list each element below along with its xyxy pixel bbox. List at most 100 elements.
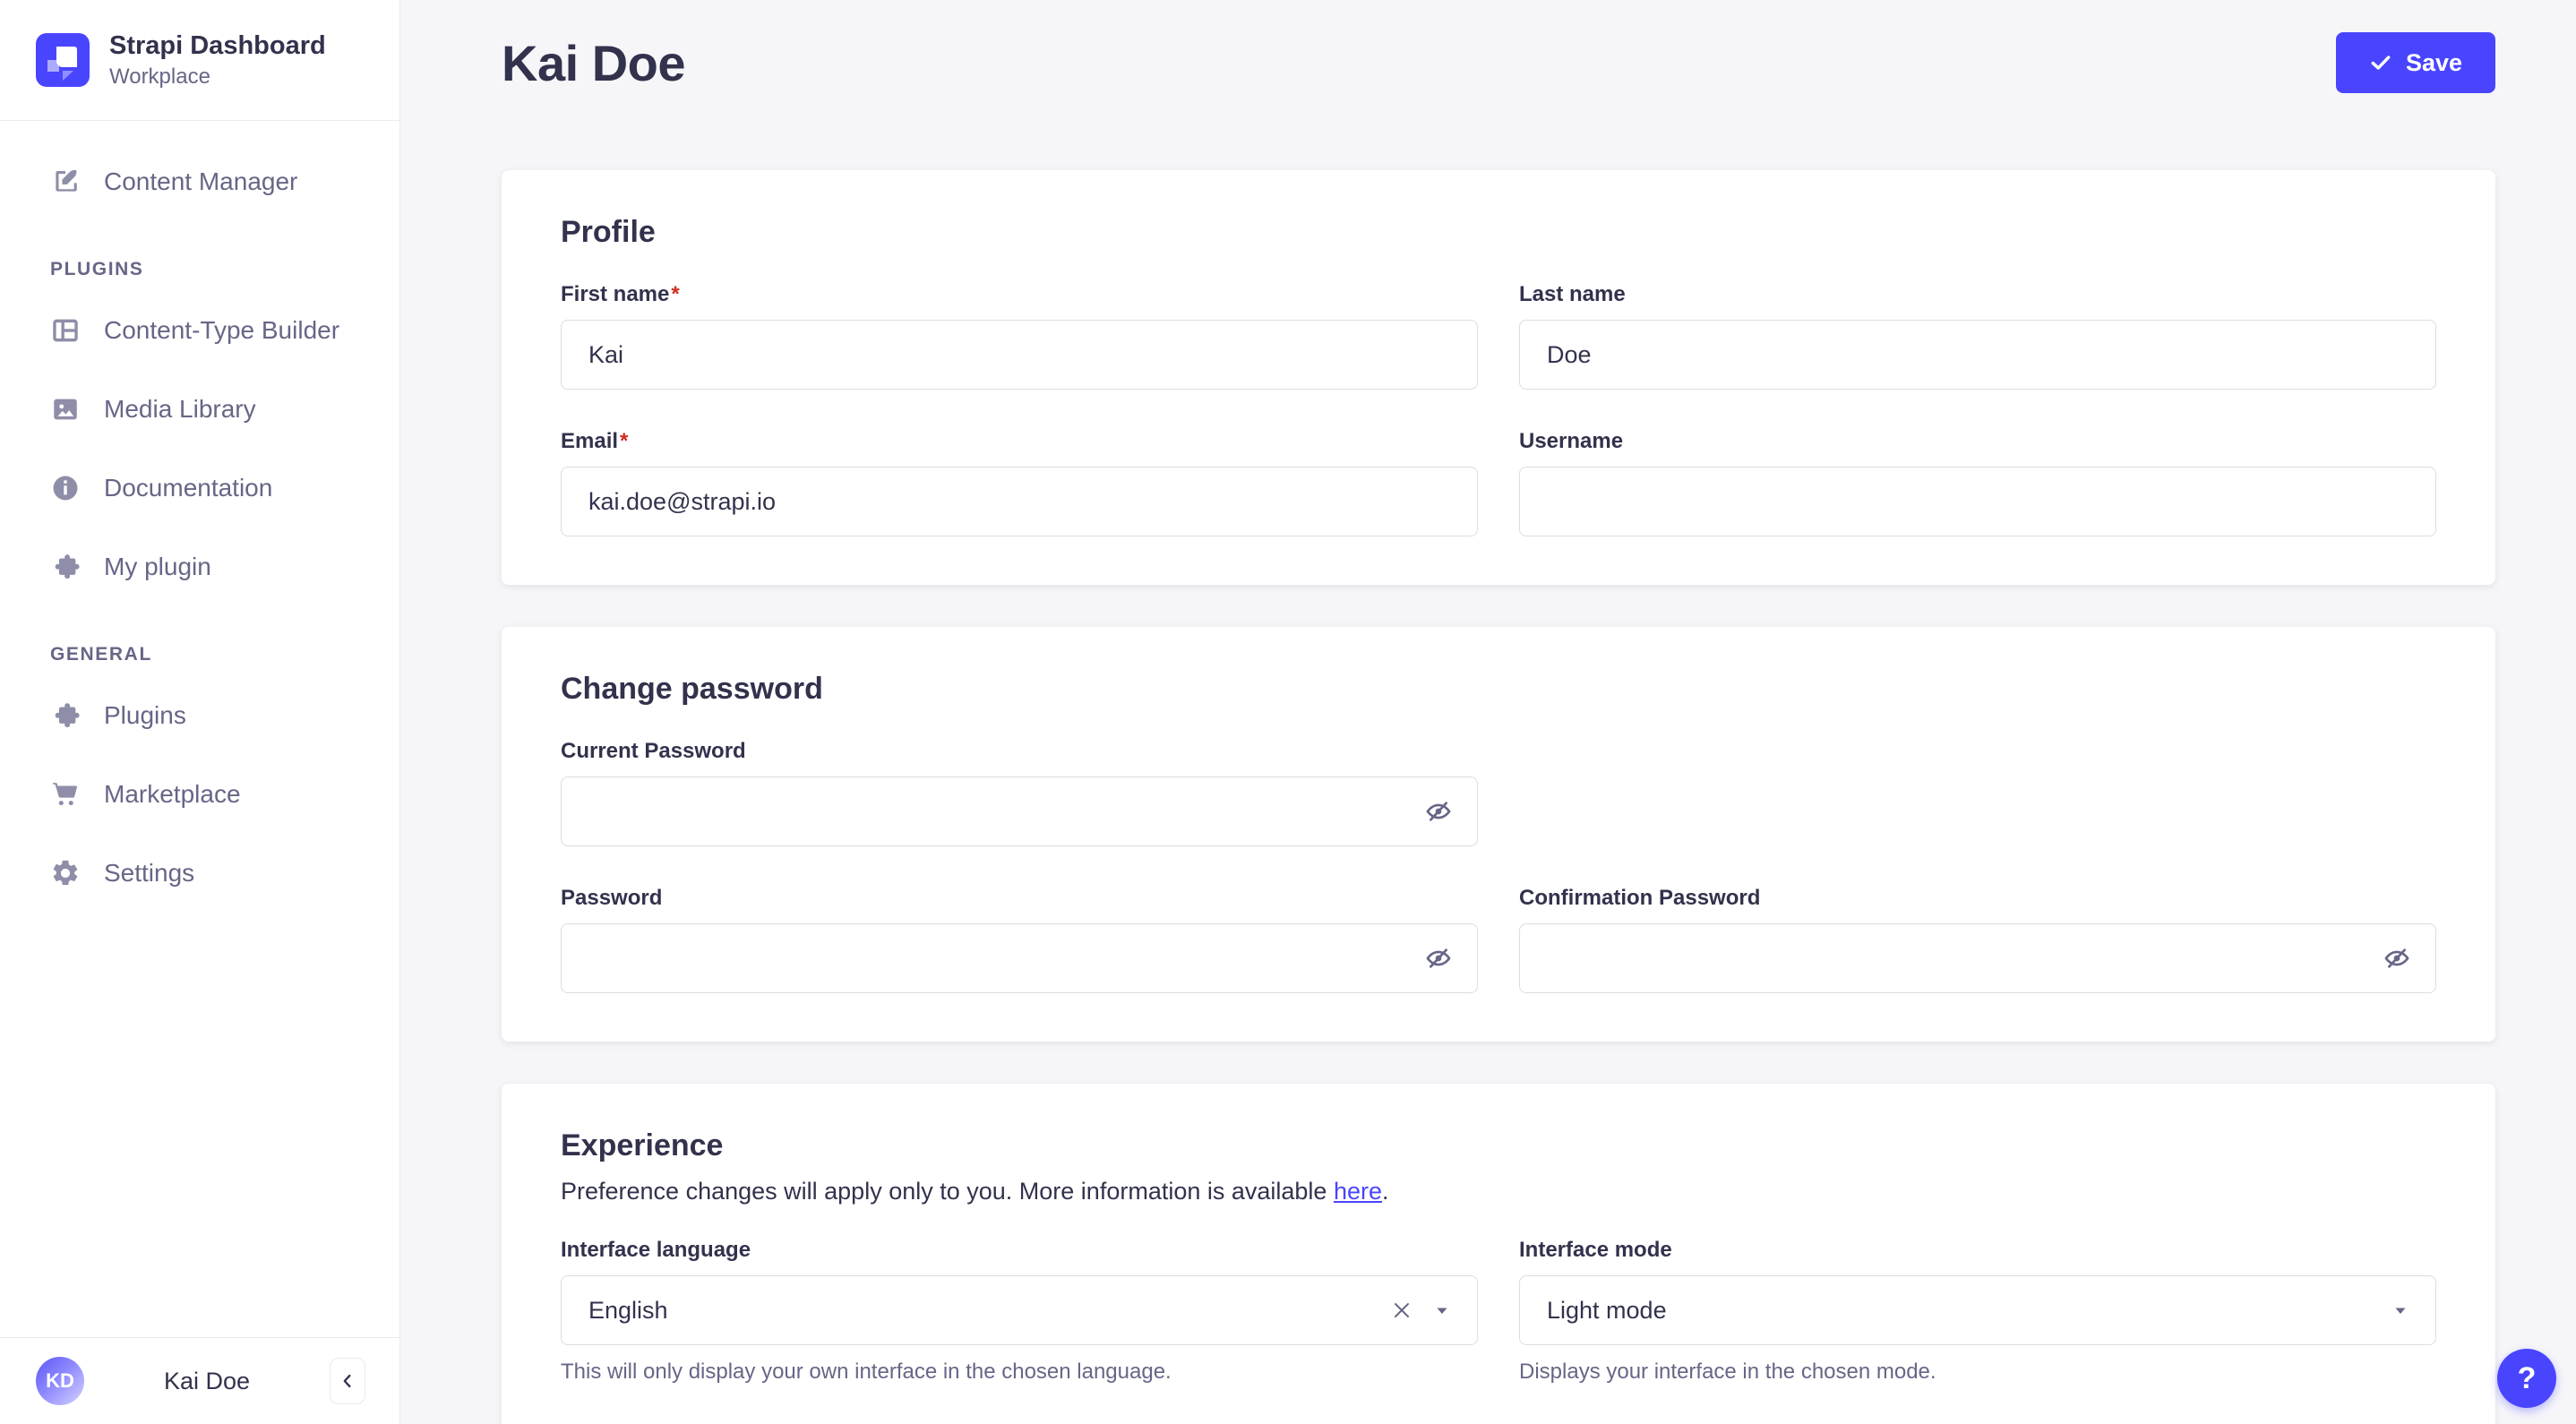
sidebar-footer: KD Kai Doe	[0, 1337, 399, 1424]
profile-fields: First name* Last name Em	[561, 282, 2436, 536]
first-name-input[interactable]	[561, 320, 1478, 390]
workspace-header[interactable]: Strapi Dashboard Workplace	[0, 0, 399, 121]
strapi-logo-icon	[36, 32, 90, 87]
confirm-password-input[interactable]	[1519, 923, 2436, 993]
current-password-label: Current Password	[561, 739, 1478, 764]
username-label: Username	[1519, 429, 2436, 454]
sidebar-nav: Content Manager PLUGINS Content-Type Bui…	[0, 121, 399, 1337]
experience-fields: Interface language English This will onl…	[561, 1238, 2436, 1385]
avatar: KD	[36, 1357, 84, 1405]
confirm-password-field: Confirmation Password	[1519, 886, 2436, 993]
description-text: Preference changes will apply only to yo…	[561, 1178, 1334, 1205]
label-text: Interface language	[561, 1238, 751, 1262]
new-password-label: Password	[561, 886, 1478, 911]
sidebar-item-documentation[interactable]: Documentation	[0, 449, 399, 528]
content-type-builder-icon	[50, 315, 81, 346]
sidebar-item-label: Marketplace	[104, 779, 241, 808]
caret-down-icon	[1434, 1302, 1450, 1318]
sidebar-item-plugins[interactable]: Plugins	[0, 676, 399, 755]
toggle-password-visibility-button[interactable]	[2377, 939, 2417, 978]
email-input[interactable]	[561, 467, 1478, 536]
label-text: Current Password	[561, 739, 746, 763]
label-text: Email	[561, 429, 619, 453]
chevron-left-icon	[338, 1371, 357, 1391]
sidebar-item-label: Settings	[104, 858, 195, 887]
sidebar: Strapi Dashboard Workplace Content Manag…	[0, 0, 400, 1424]
interface-language-label: Interface language	[561, 1238, 1478, 1263]
app-title: Strapi Dashboard	[109, 31, 326, 60]
save-button[interactable]: Save	[2335, 32, 2495, 93]
interface-mode-select[interactable]: Light mode	[1519, 1275, 2436, 1345]
sidebar-section-general: GENERAL	[50, 643, 152, 665]
label-text: Interface mode	[1519, 1238, 1672, 1262]
label-text: Last name	[1519, 282, 1626, 306]
first-name-field: First name *	[561, 282, 1478, 390]
username-input[interactable]	[1519, 467, 2436, 536]
eye-off-icon	[1424, 797, 1453, 826]
sidebar-item-label: My plugin	[104, 552, 211, 580]
new-password-field: Password	[561, 886, 1478, 993]
label-text: Confirmation Password	[1519, 886, 1761, 910]
toggle-password-visibility-button[interactable]	[1419, 939, 1458, 978]
interface-language-field: Interface language English This will onl…	[561, 1238, 1478, 1385]
eye-off-icon	[1424, 944, 1453, 973]
email-field: Email *	[561, 429, 1478, 536]
interface-language-hint: This will only display your own interfac…	[561, 1360, 1172, 1384]
sidebar-item-content-manager[interactable]: Content Manager	[0, 142, 399, 221]
label-text: Password	[561, 886, 663, 910]
more-information-link[interactable]: here	[1334, 1178, 1382, 1205]
required-mark: *	[620, 429, 629, 453]
confirm-password-label: Confirmation Password	[1519, 886, 2436, 911]
sidebar-item-label: Content-Type Builder	[104, 315, 340, 344]
sidebar-item-settings[interactable]: Settings	[0, 834, 399, 913]
interface-mode-field: Interface mode Light mode Displays your …	[1519, 1238, 2436, 1385]
sidebar-item-label: Plugins	[104, 700, 186, 729]
main-content: Kai Doe Save Profile First name * Kai La…	[400, 0, 2576, 1424]
user-name: Kai Doe	[163, 1367, 251, 1394]
last-name-field: Last name	[1519, 282, 2436, 390]
experience-description: Preference changes will apply only to yo…	[561, 1178, 2436, 1205]
eye-off-icon	[2383, 944, 2411, 973]
collapse-sidebar-button[interactable]	[330, 1358, 365, 1404]
interface-language-select[interactable]: English	[561, 1275, 1478, 1345]
cart-icon	[50, 779, 81, 810]
documentation-icon	[50, 473, 81, 503]
brand-text: Strapi Dashboard Workplace	[109, 30, 326, 90]
sidebar-item-label: Media Library	[104, 394, 256, 423]
experience-title: Experience	[561, 1128, 724, 1162]
help-button[interactable]: ?	[2497, 1349, 2556, 1408]
sidebar-item-content-type-builder[interactable]: Content-Type Builder	[0, 291, 399, 370]
label-text: Username	[1519, 429, 1624, 453]
change-password-title: Change password	[561, 672, 823, 706]
selected-language: English	[588, 1296, 668, 1324]
username-field: Username	[1519, 429, 2436, 536]
toggle-password-visibility-button[interactable]	[1419, 792, 1458, 831]
new-password-input[interactable]	[561, 923, 1478, 993]
interface-mode-label: Interface mode	[1519, 1238, 2436, 1263]
page-title: Kai Doe	[502, 34, 686, 91]
page-header: Kai Doe Save	[502, 32, 2495, 93]
password-fields: Current Password Password Confirmation P…	[561, 739, 2436, 993]
caret-down-icon	[2392, 1302, 2409, 1318]
gear-icon	[50, 858, 81, 888]
sidebar-item-my-plugin[interactable]: My plugin	[0, 528, 399, 606]
last-name-input[interactable]	[1519, 320, 2436, 390]
experience-card: Experience Preference changes will apply…	[502, 1084, 2495, 1424]
change-password-card: Change password Current Password Passwor…	[502, 627, 2495, 1042]
sidebar-section-plugins: PLUGINS	[50, 258, 144, 279]
sidebar-item-marketplace[interactable]: Marketplace	[0, 755, 399, 834]
first-name-label: First name *	[561, 282, 1478, 307]
clear-selection-icon[interactable]	[1389, 1298, 1414, 1323]
sidebar-item-label: Documentation	[104, 473, 273, 502]
current-password-field: Current Password	[561, 739, 1478, 846]
puzzle-icon	[50, 700, 81, 731]
puzzle-icon	[50, 552, 81, 582]
sidebar-item-media-library[interactable]: Media Library	[0, 370, 399, 449]
profile-card: Profile First name* Last name	[502, 170, 2495, 585]
selected-mode: Light mode	[1547, 1296, 1667, 1324]
current-password-input[interactable]	[561, 776, 1478, 846]
media-library-icon	[50, 394, 81, 425]
label-text: First name	[561, 282, 670, 306]
last-name-label: Last name	[1519, 282, 2436, 307]
content-manager-icon	[50, 167, 81, 197]
